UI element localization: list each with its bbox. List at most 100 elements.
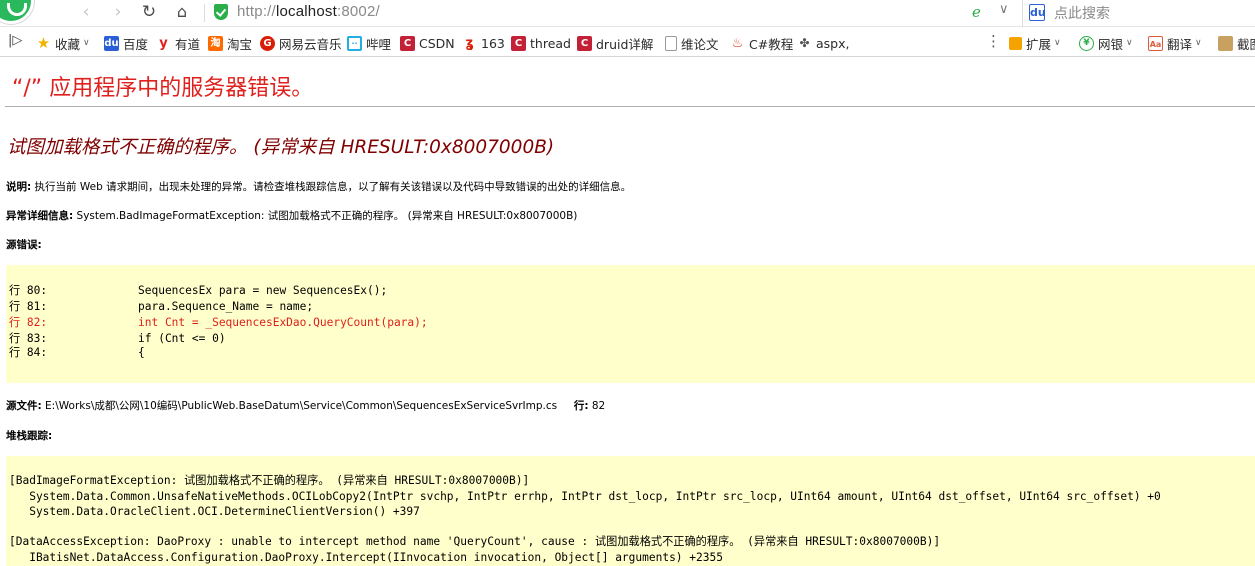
more-icon[interactable]: ⋮ <box>986 32 1001 50</box>
source-line-number: 行 81: <box>9 300 48 313</box>
translate-button[interactable]: Aa 翻译 ∨ <box>1148 34 1202 52</box>
script-icon: ✤ <box>799 35 810 50</box>
baidu-icon[interactable]: du <box>1029 4 1046 21</box>
translate-icon: Aa <box>1148 35 1163 51</box>
chevron-down-icon: ∨ <box>83 38 90 48</box>
bookmarks-bar: |▷ ★ 收藏 ∨ du 百度 y 有道 淘 淘宝 G 网易云音乐 ·· 哔哩 … <box>0 28 1255 57</box>
flame-icon: ♨ <box>731 35 744 51</box>
stack-trace-box: [BadImageFormatException: 试图加载格式不正确的程序。 … <box>6 456 1255 566</box>
source-line-code: SequencesEx para = new SequencesEx(); <box>138 284 388 297</box>
source-line-number: 行 80: <box>9 284 48 297</box>
error-message: 试图加载格式不正确的程序。 (异常来自 HRESULT:0x8007000B) <box>7 137 555 158</box>
bookmark-label: C#教程 <box>749 36 794 52</box>
stack-line: System.Data.Common.UnsafeNativeMethods.O… <box>9 490 1161 503</box>
extend-label: 扩展 <box>1026 36 1052 52</box>
back-icon[interactable]: ‹ <box>74 1 98 25</box>
browser-logo-icon[interactable] <box>0 0 34 24</box>
taobao-icon: 淘 <box>208 35 223 51</box>
title-divider <box>5 106 1255 107</box>
bookmark-favorites[interactable]: ★ 收藏 ∨ <box>36 34 90 52</box>
error-line-number: 行 82: <box>9 316 48 329</box>
stack-line: System.Data.OracleClient.OCI.DetermineCl… <box>9 505 420 518</box>
extensions-icon <box>1009 36 1022 50</box>
description-line: 说明: 执行当前 Web 请求期间，出现未处理的异常。请检查堆栈跟踪信息，以了解… <box>6 179 631 194</box>
bookmark-label: aspx, <box>816 35 850 51</box>
source-line-code: if (Cnt <= 0) <box>138 332 226 345</box>
bookmark-thread[interactable]: C thread <box>511 34 571 52</box>
bookmark-label: 哔哩 <box>366 36 392 52</box>
bookmark-163[interactable]: ʓ 163 <box>462 34 505 52</box>
bookmark-bilibili[interactable]: ·· 哔哩 <box>347 34 391 52</box>
stack-line: IBatisNet.DataAccess.Configuration.DaoPr… <box>9 551 723 564</box>
home-icon[interactable]: ⌂ <box>170 1 194 25</box>
source-code-box: 行 80: SequencesEx para = new SequencesEx… <box>6 265 1255 383</box>
forward-icon[interactable]: › <box>106 1 130 25</box>
bookmark-druid[interactable]: C druid详解 <box>577 34 653 52</box>
url-port: :8002/ <box>336 3 380 20</box>
bookmark-label: druid详解 <box>596 36 654 52</box>
line-label: 行: <box>573 400 589 412</box>
bookmark-label: 163 <box>481 35 505 51</box>
bookmark-aspx[interactable]: ✤ aspx, <box>797 34 849 52</box>
csdn-icon: C <box>400 35 415 51</box>
translate-label: 翻译 <box>1167 36 1193 52</box>
bookmark-netease-music[interactable]: G 网易云音乐 <box>260 34 342 52</box>
stack-trace-label: 堆栈跟踪: <box>6 430 53 442</box>
sidebar-toggle-icon[interactable]: |▷ <box>8 33 22 48</box>
bookmark-label: 维论文 <box>681 36 719 52</box>
bookmark-taobao[interactable]: 淘 淘宝 <box>208 34 252 52</box>
chevron-down-icon[interactable]: ∨ <box>999 2 1009 17</box>
source-error-label: 源错误: <box>6 239 42 251</box>
source-file-line: 源文件: E:\Works\成都\公网\10编码\PublicWeb.BaseD… <box>6 398 605 413</box>
bookmark-label: 有道 <box>175 36 201 52</box>
url-protocol: http:// <box>237 3 276 20</box>
screenshot-button[interactable]: 截图 <box>1218 34 1255 52</box>
csdn-icon: C <box>511 35 526 51</box>
source-line-number: 行 84: <box>9 346 48 359</box>
extend-button[interactable]: 扩展 ∨ <box>1009 34 1061 52</box>
search-box[interactable]: du 点此搜索 <box>1022 0 1255 27</box>
163-icon: ʓ <box>465 35 474 51</box>
description-text: 执行当前 Web 请求期间，出现未处理的异常。请检查堆栈跟踪信息，以了解有关该错… <box>34 181 632 193</box>
url-host: localhost <box>275 3 337 20</box>
bookmark-label: 收藏 <box>55 36 81 52</box>
bookmark-label: 淘宝 <box>227 36 253 52</box>
stack-trace-heading: 堆栈跟踪: <box>6 428 52 443</box>
search-input[interactable]: 点此搜索 <box>1054 3 1110 23</box>
bookmark-csdn[interactable]: C CSDN <box>400 34 455 52</box>
page-title: “/” 应用程序中的服务器错误。 <box>12 76 314 101</box>
exception-details-label: 异常详细信息: <box>6 210 74 222</box>
bookmark-thesis[interactable]: 维论文 <box>665 34 719 52</box>
stack-line: [DataAccessException: DaoProxy : unable … <box>9 535 941 548</box>
bookmark-label: CSDN <box>419 35 455 51</box>
csdn-icon: C <box>577 35 592 51</box>
star-icon: ★ <box>36 33 51 52</box>
ie-compat-icon[interactable]: e <box>972 3 981 21</box>
exception-details-line: 异常详细信息: System.BadImageFormatException: … <box>6 208 577 223</box>
screenshot-icon <box>1218 35 1233 51</box>
source-line-code: { <box>138 346 145 359</box>
chevron-down-icon: ∨ <box>1126 38 1133 48</box>
bank-label: 网银 <box>1098 36 1124 52</box>
source-line-code: para.Sequence_Name = name; <box>138 300 314 313</box>
bilibili-icon: ·· <box>347 35 362 51</box>
line-number: 82 <box>591 400 606 412</box>
netease-music-icon: G <box>260 35 275 51</box>
bank-button[interactable]: ¥ 网银 ∨ <box>1079 34 1133 52</box>
reload-icon[interactable]: ↻ <box>137 1 161 25</box>
bookmark-label: 百度 <box>123 36 149 52</box>
bookmark-baidu[interactable]: du 百度 <box>104 34 148 52</box>
security-shield-icon[interactable] <box>214 4 228 20</box>
exception-details-text: System.BadImageFormatException: 试图加载格式不正… <box>76 210 578 222</box>
toolbar-divider <box>204 4 205 22</box>
youdao-icon: y <box>159 35 168 51</box>
description-label: 说明: <box>6 181 32 193</box>
source-file-label: 源文件: <box>6 400 42 412</box>
error-line-code: int Cnt = _SequencesExDao.QueryCount(par… <box>138 316 428 329</box>
url-input[interactable]: http://localhost:8002/ <box>237 3 380 20</box>
bookmark-csharp[interactable]: ♨ C#教程 <box>730 34 794 52</box>
screenshot-label: 截图 <box>1237 36 1255 52</box>
chevron-down-icon: ∨ <box>1195 38 1202 48</box>
bookmark-youdao[interactable]: y 有道 <box>156 34 200 52</box>
stack-line: [BadImageFormatException: 试图加载格式不正确的程序。 … <box>9 474 530 487</box>
